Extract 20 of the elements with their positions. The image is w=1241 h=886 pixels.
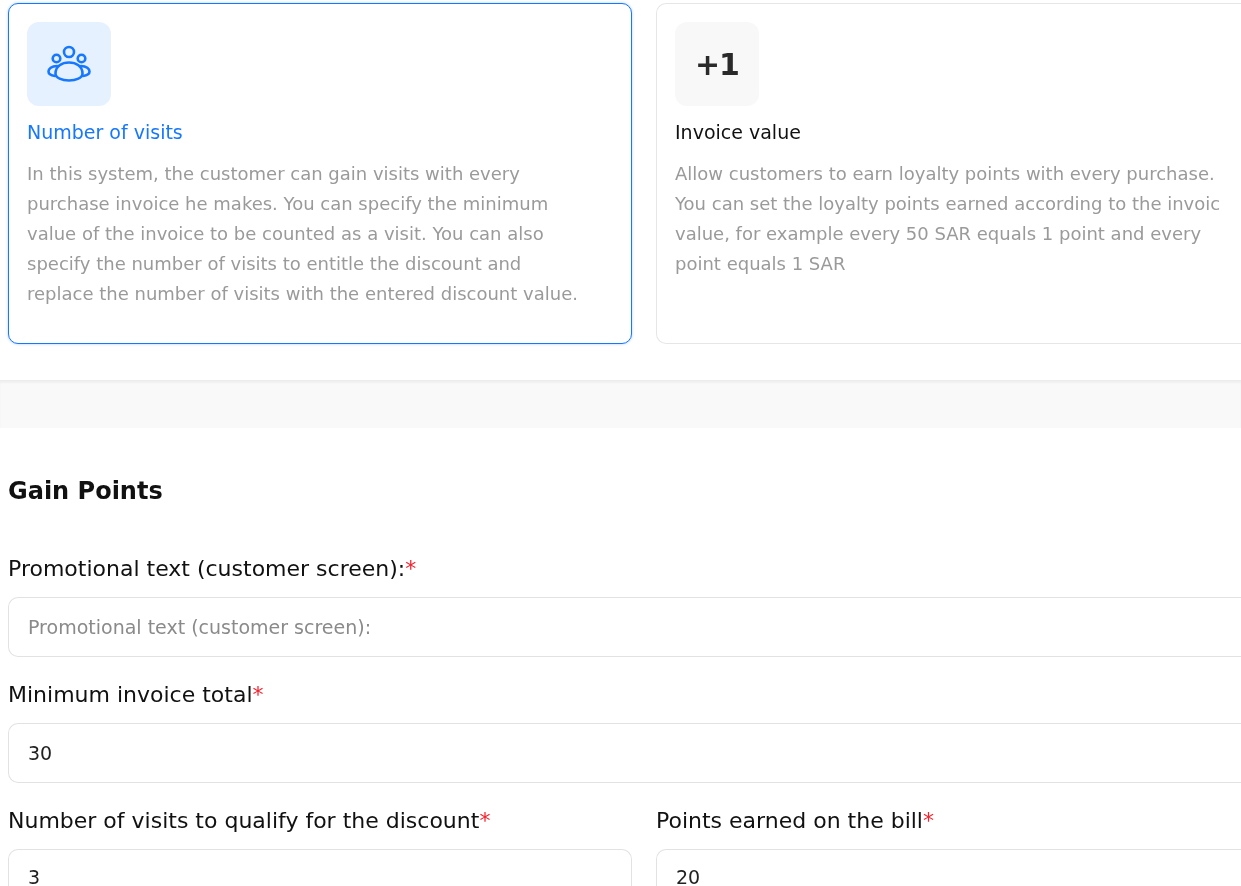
required-mark: * xyxy=(479,807,491,835)
required-mark: * xyxy=(405,555,417,583)
required-mark: * xyxy=(252,681,264,709)
card-description: In this system, the customer can gain visits with every purchase invoice he makes. You can specify the minimum value of the invoice to be counted as a visit. You can also specify the number of visits to entitle the discount and replace the number of visits with the entered discount value. xyxy=(27,162,578,306)
increment-tile: +1 xyxy=(675,22,759,106)
card-title: Number of visits xyxy=(27,120,183,145)
text-field[interactable]: 30 xyxy=(8,723,1241,783)
field-label: Number of visits to qualify for the discount xyxy=(8,807,480,835)
people-group-icon xyxy=(27,22,111,106)
text-field[interactable]: 20 xyxy=(656,849,1241,886)
card-title: Invoice value xyxy=(675,120,801,145)
field-label: Promotional text (customer screen): xyxy=(8,555,406,583)
field-label: Minimum invoice total xyxy=(8,681,253,709)
field-label: Points earned on the bill xyxy=(656,807,923,835)
section-title: Gain Points xyxy=(8,476,163,507)
card-description: Allow customers to earn loyalty points with every purchase. You can set the loyalty points earned according to the invoic value, for example every 50 SAR equals 1 point and every point equals 1 SAR xyxy=(675,162,1221,276)
text-field[interactable]: 3 xyxy=(8,849,632,886)
text-field[interactable]: Promotional text (customer screen): xyxy=(8,597,1241,657)
option-card[interactable] xyxy=(8,3,632,344)
required-mark: * xyxy=(923,807,934,835)
